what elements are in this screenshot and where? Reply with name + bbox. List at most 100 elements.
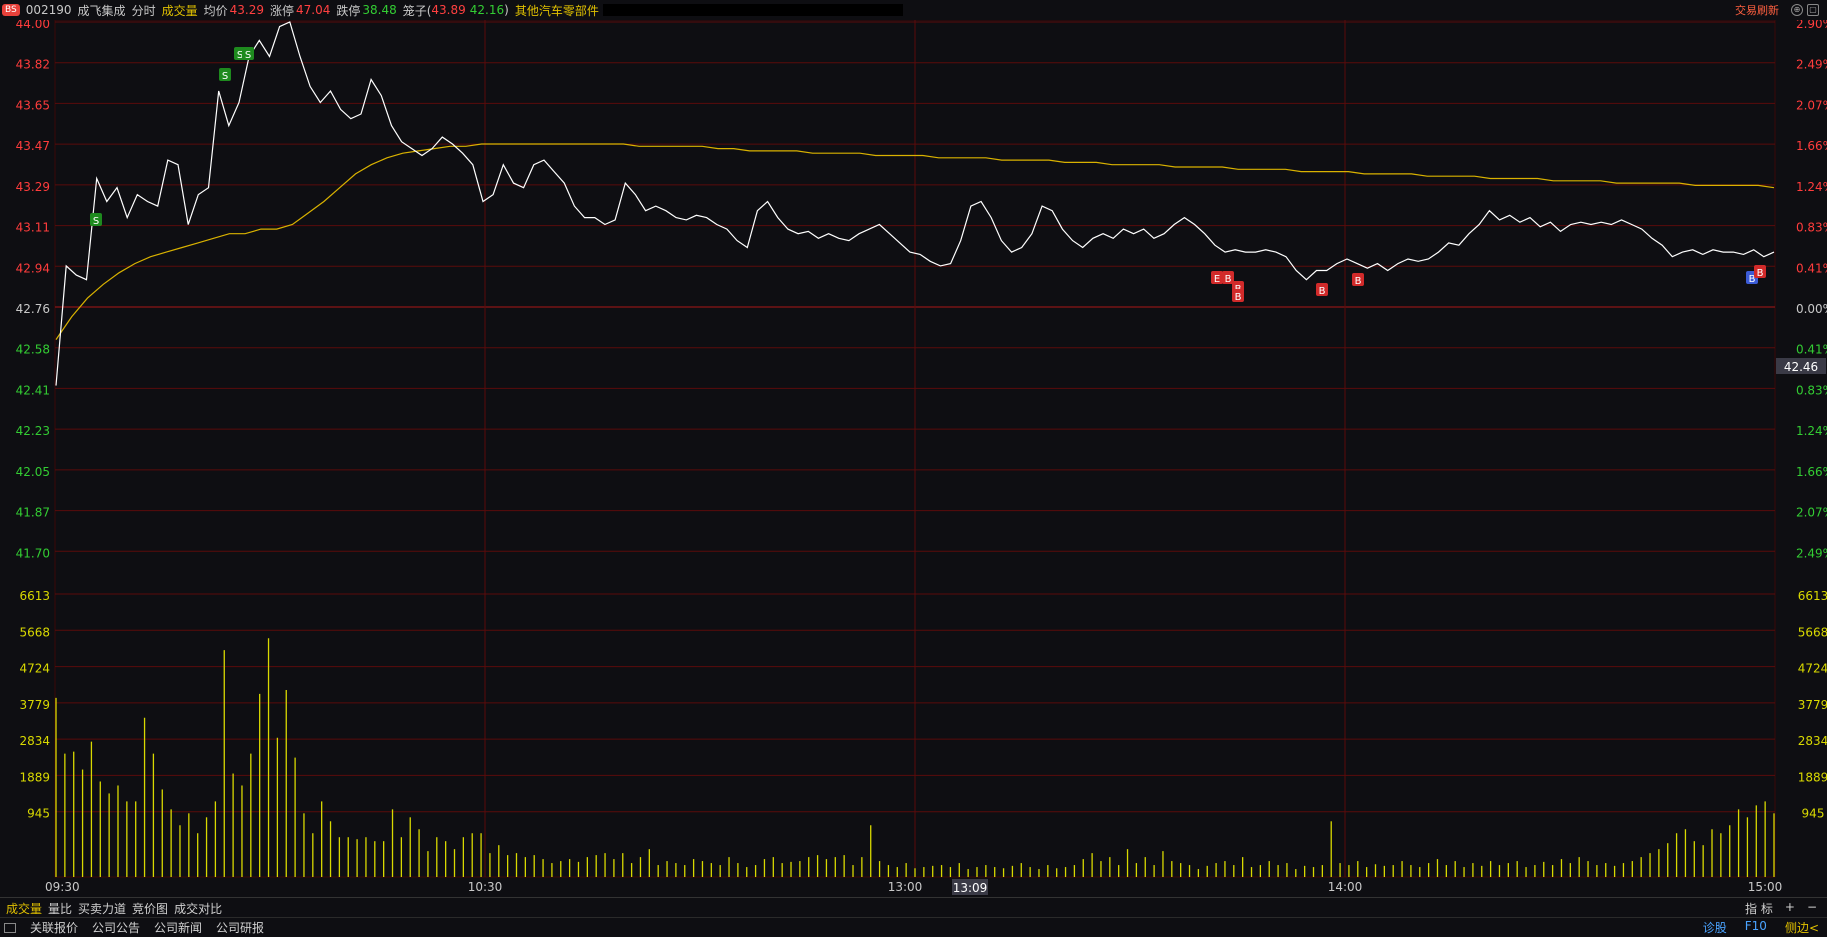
pct-tick-label: 0.83% bbox=[1796, 221, 1827, 235]
price-tick-label: 43.29 bbox=[16, 180, 50, 194]
volume-tick-label: 5668 bbox=[19, 625, 50, 639]
volume-tick-label: 945 bbox=[27, 807, 50, 821]
redacted-area bbox=[602, 4, 903, 16]
trade-marker-label: B bbox=[1235, 292, 1242, 303]
trade-marker-label: B bbox=[1225, 274, 1232, 285]
trade-marker-s: S bbox=[90, 213, 102, 227]
trade-marker-b: B bbox=[1754, 265, 1766, 279]
price-tick-label: 42.23 bbox=[16, 424, 50, 438]
pct-tick-label: 0.41% bbox=[1796, 343, 1827, 357]
volume-tick-label-right: 6613 bbox=[1798, 589, 1827, 603]
volume-tick-label: 3779 bbox=[19, 698, 50, 712]
tab-volume-compare[interactable]: 成交对比 bbox=[174, 900, 222, 917]
trade-marker-b: B bbox=[1316, 283, 1328, 297]
time-tick-label: 10:30 bbox=[468, 880, 503, 894]
price-tick-label: 41.70 bbox=[16, 546, 50, 560]
price-tick-label: 42.05 bbox=[16, 465, 50, 479]
time-tick-label: 15:00 bbox=[1748, 880, 1783, 894]
volume-tick-label: 1889 bbox=[19, 770, 50, 784]
panel-icon[interactable] bbox=[4, 922, 16, 933]
sidebar-toggle-button[interactable]: 侧边< bbox=[1785, 919, 1819, 936]
cage-low: 42.16 bbox=[469, 3, 505, 17]
price-tick-label: 42.94 bbox=[16, 261, 50, 275]
diagnose-button[interactable]: 诊股 bbox=[1703, 919, 1727, 936]
trade-marker-label: E bbox=[1214, 274, 1220, 285]
trade-refresh-button[interactable]: 交易刷新 bbox=[1735, 2, 1779, 18]
bottom-bar: 关联报价 公司公告 公司新闻 公司研报 诊股 F10 侧边< bbox=[0, 917, 1827, 937]
volume-tick-label-right: 945 bbox=[1802, 807, 1825, 821]
pct-tick-label: 2.07% bbox=[1796, 506, 1827, 520]
price-tick-label: 42.76 bbox=[16, 302, 50, 316]
trade-marker-label: B bbox=[1355, 276, 1362, 287]
stock-code: 002190 bbox=[25, 3, 72, 17]
price-tick-label: 43.65 bbox=[16, 98, 50, 112]
limit-up-value: 47.04 bbox=[295, 3, 331, 17]
indicator-tabs: 成交量 量比 买卖力道 竞价图 成交对比 指 标 + − bbox=[0, 897, 1827, 918]
window-icon[interactable]: ▢ bbox=[1807, 4, 1819, 16]
settings-icon[interactable]: ⊕ bbox=[1791, 4, 1803, 16]
f10-button[interactable]: F10 bbox=[1745, 919, 1767, 936]
trade-marker-b: B bbox=[1232, 289, 1244, 303]
price-tick-label: 44.00 bbox=[16, 20, 50, 31]
cursor-time-label: 13:09 bbox=[953, 881, 988, 895]
tab-auction-chart[interactable]: 竞价图 bbox=[132, 900, 168, 917]
trade-marker-e: E bbox=[1211, 271, 1223, 285]
pct-tick-label: 1.24% bbox=[1796, 180, 1827, 194]
link-related-quotes[interactable]: 关联报价 bbox=[30, 919, 78, 936]
pct-tick-label: 1.66% bbox=[1796, 139, 1827, 153]
pct-tick-label: 1.66% bbox=[1796, 465, 1827, 479]
trade-marker-s: S bbox=[242, 47, 254, 61]
trade-marker-label: B bbox=[1319, 286, 1326, 297]
tab-volume-ratio[interactable]: 量比 bbox=[48, 900, 72, 917]
chart-header: BS 002190 成飞集成 分时 成交量 均价 43.29 涨停 47.04 … bbox=[0, 0, 1827, 20]
limit-down-label: 跌停 bbox=[336, 3, 361, 18]
link-company-announcements[interactable]: 公司公告 bbox=[92, 919, 140, 936]
pct-tick-label: 2.49% bbox=[1796, 58, 1827, 72]
volume-label: 成交量 bbox=[161, 3, 198, 18]
mode-label: 分时 bbox=[131, 3, 156, 18]
trade-marker-label: S bbox=[245, 50, 251, 61]
tab-buy-sell-power[interactable]: 买卖力道 bbox=[78, 900, 126, 917]
pct-tick-label: 2.07% bbox=[1796, 98, 1827, 112]
link-company-research[interactable]: 公司研报 bbox=[216, 919, 264, 936]
limit-down-value: 38.48 bbox=[362, 3, 397, 17]
volume-tick-label-right: 1889 bbox=[1798, 770, 1827, 784]
add-button[interactable]: + bbox=[1785, 900, 1795, 917]
trade-marker-label: S bbox=[222, 71, 228, 82]
cage-high: 43.89 bbox=[431, 3, 466, 17]
indicator-button[interactable]: 指 标 bbox=[1745, 900, 1773, 917]
trade-marker-b: B bbox=[1352, 273, 1364, 287]
tab-volume[interactable]: 成交量 bbox=[6, 900, 42, 917]
time-tick-label: 09:30 bbox=[45, 880, 80, 894]
pct-tick-label: 2.90% bbox=[1796, 20, 1827, 31]
pct-tick-label: 0.83% bbox=[1796, 383, 1827, 397]
volume-tick-label: 6613 bbox=[19, 589, 50, 603]
pct-tick-label: 0.41% bbox=[1796, 261, 1827, 275]
price-tick-label: 42.41 bbox=[16, 383, 50, 397]
trade-marker-label: B bbox=[1757, 268, 1764, 279]
volume-tick-label-right: 4724 bbox=[1798, 662, 1827, 676]
avg-value: 43.29 bbox=[229, 3, 264, 17]
price-tick-label: 42.58 bbox=[16, 343, 50, 357]
stock-name: 成飞集成 bbox=[77, 3, 126, 18]
volume-tick-label-right: 3779 bbox=[1798, 698, 1827, 712]
price-tick-label: 43.11 bbox=[16, 221, 50, 235]
bs-toggle-button[interactable]: BS bbox=[2, 4, 20, 16]
cage-label: 笼子( bbox=[402, 3, 432, 18]
pct-tick-label: 0.00% bbox=[1796, 302, 1827, 316]
price-tick-label: 43.47 bbox=[16, 139, 50, 153]
trade-marker-s: S bbox=[219, 68, 231, 82]
limit-up-label: 涨停 bbox=[269, 3, 294, 18]
remove-button[interactable]: − bbox=[1807, 900, 1817, 917]
volume-tick-label-right: 5668 bbox=[1798, 625, 1827, 639]
price-tick-label: 43.82 bbox=[16, 58, 50, 72]
link-company-news[interactable]: 公司新闻 bbox=[154, 919, 202, 936]
volume-tick-label-right: 2834 bbox=[1798, 734, 1827, 748]
time-tick-label: 14:00 bbox=[1328, 880, 1363, 894]
time-share-chart[interactable]: 44.00 2.90% 43.82 2.49% 43.65 2.07% 43.47 1.66%… bbox=[0, 20, 1827, 897]
time-tick-label: 13:00 bbox=[888, 880, 923, 894]
sector-label[interactable]: 其他汽车零部件 bbox=[515, 2, 599, 19]
trade-marker-label: S bbox=[93, 216, 99, 227]
cursor-price-label: 42.46 bbox=[1784, 360, 1818, 374]
pct-tick-label: 1.24% bbox=[1796, 424, 1827, 438]
